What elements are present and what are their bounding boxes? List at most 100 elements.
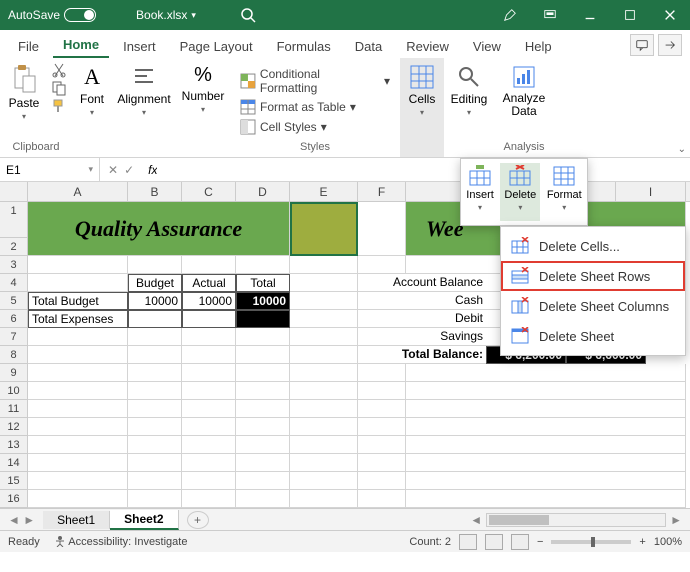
editing-button[interactable]: Editing ▾ [447, 62, 492, 119]
cell[interactable] [358, 454, 406, 472]
row-header[interactable]: 7 [0, 328, 28, 346]
row-header[interactable]: 8 [0, 346, 28, 364]
tab-view[interactable]: View [463, 35, 511, 58]
cell[interactable] [236, 490, 290, 508]
tab-formulas[interactable]: Formulas [267, 35, 341, 58]
cell[interactable] [406, 364, 686, 382]
format-as-table-button[interactable]: Format as Table▾ [238, 98, 392, 116]
zoom-in-button[interactable]: + [639, 536, 645, 548]
cell[interactable] [236, 382, 290, 400]
share-button[interactable] [658, 34, 682, 56]
cell[interactable] [290, 364, 358, 382]
menu-delete-sheet-columns[interactable]: Delete Sheet Columns [501, 291, 685, 321]
number-button[interactable]: % Number ▾ [178, 62, 229, 116]
cell-account-balance[interactable]: Account Balance [358, 274, 486, 292]
cell-header-actual[interactable]: Actual [182, 274, 236, 292]
row-header[interactable]: 3 [0, 256, 28, 274]
cell[interactable] [358, 256, 406, 274]
cell[interactable] [290, 382, 358, 400]
cell[interactable] [28, 346, 128, 364]
cell[interactable] [406, 472, 686, 490]
cell[interactable] [236, 310, 290, 328]
cells-button[interactable]: Cells ▾ [405, 62, 440, 119]
cell[interactable] [182, 346, 236, 364]
row-header[interactable]: 11 [0, 400, 28, 418]
ribbon-expand-icon[interactable]: ⌄ [678, 144, 686, 155]
cell[interactable] [128, 472, 182, 490]
row-header[interactable]: 9 [0, 364, 28, 382]
tab-insert[interactable]: Insert [113, 35, 166, 58]
zoom-out-button[interactable]: − [537, 536, 543, 548]
cell[interactable] [28, 472, 128, 490]
cell-styles-button[interactable]: Cell Styles▾ [238, 118, 392, 136]
autosave-toggle[interactable]: AutoSave [8, 8, 96, 22]
cell[interactable] [182, 418, 236, 436]
cell[interactable] [358, 202, 406, 256]
minimize-button[interactable] [570, 0, 610, 30]
banner-qa[interactable]: Quality Assurance [28, 202, 290, 256]
horizontal-scrollbar[interactable]: ◄ ► [209, 513, 690, 527]
menu-delete-sheet-rows[interactable]: Delete Sheet Rows [501, 261, 685, 291]
cell-total-value[interactable]: 10000 [236, 292, 290, 310]
search-button[interactable] [236, 3, 260, 27]
tab-review[interactable]: Review [396, 35, 459, 58]
cell-actual-value[interactable]: 10000 [182, 292, 236, 310]
toggle-switch-icon[interactable] [64, 8, 96, 22]
row-header[interactable]: 14 [0, 454, 28, 472]
row-header[interactable]: 12 [0, 418, 28, 436]
formula-input[interactable] [157, 158, 690, 181]
tab-page-layout[interactable]: Page Layout [170, 35, 263, 58]
cell[interactable] [182, 328, 236, 346]
cell[interactable] [182, 436, 236, 454]
cell[interactable] [358, 364, 406, 382]
comments-button[interactable] [630, 34, 654, 56]
cell[interactable] [290, 274, 358, 292]
cell[interactable] [128, 364, 182, 382]
cell[interactable] [28, 328, 128, 346]
cell[interactable] [406, 454, 686, 472]
insert-cells-button[interactable]: Insert▾ [462, 163, 498, 221]
view-page-break-button[interactable] [511, 534, 529, 550]
col-header-i[interactable]: I [616, 182, 686, 201]
select-all-corner[interactable] [0, 182, 28, 201]
tab-home[interactable]: Home [53, 33, 109, 58]
add-sheet-button[interactable]: + [187, 511, 209, 529]
cell[interactable] [128, 382, 182, 400]
analyze-data-button[interactable]: Analyze Data [499, 62, 550, 120]
tab-file[interactable]: File [8, 35, 49, 58]
col-header-d[interactable]: D [236, 182, 290, 201]
cell[interactable] [28, 274, 128, 292]
cell[interactable] [290, 346, 358, 364]
cell[interactable] [128, 436, 182, 454]
cell[interactable] [236, 346, 290, 364]
cell[interactable] [406, 382, 686, 400]
col-header-c[interactable]: C [182, 182, 236, 201]
row-header[interactable]: 16 [0, 490, 28, 508]
accessibility-status[interactable]: Accessibility: Investigate [54, 535, 188, 548]
row-header[interactable]: 13 [0, 436, 28, 454]
cell[interactable] [182, 364, 236, 382]
cell[interactable] [182, 310, 236, 328]
cell[interactable] [358, 382, 406, 400]
cell[interactable] [28, 364, 128, 382]
cell-budget-value[interactable]: 10000 [128, 292, 182, 310]
cell[interactable] [128, 418, 182, 436]
cell[interactable] [358, 490, 406, 508]
zoom-slider[interactable] [551, 540, 631, 544]
cell-total-budget-label[interactable]: Total Budget [28, 292, 128, 310]
cell[interactable] [236, 436, 290, 454]
cell[interactable] [128, 328, 182, 346]
cell-header-budget[interactable]: Budget [128, 274, 182, 292]
col-header-e[interactable]: E [290, 182, 358, 201]
cell[interactable] [236, 454, 290, 472]
cell[interactable] [290, 454, 358, 472]
menu-delete-sheet[interactable]: Delete Sheet [501, 321, 685, 351]
font-button[interactable]: A Font ▾ [76, 62, 108, 119]
cell-total-balance-label[interactable]: Total Balance: [358, 346, 486, 364]
cell[interactable] [128, 310, 182, 328]
cell[interactable] [28, 382, 128, 400]
cell[interactable] [128, 454, 182, 472]
cell[interactable] [182, 472, 236, 490]
view-page-layout-button[interactable] [485, 534, 503, 550]
cell[interactable] [236, 364, 290, 382]
